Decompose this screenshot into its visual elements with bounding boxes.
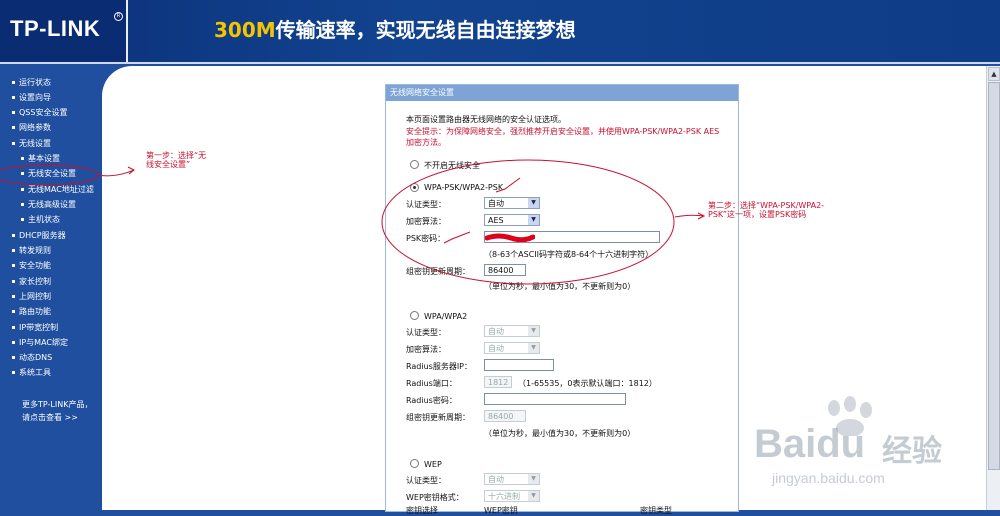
step1-annotation: 第一步：选择“无 线安全设置” [146,151,206,169]
arrow-step1 [97,169,135,177]
step2-annotation: 第二步：选择“WPA-PSK/WPA2- PSK”这一项，设置PSK密码 [708,201,824,219]
arrow-head-step1-icon [127,166,135,175]
watermark-brand: Baidu [754,422,865,467]
step2-line1: 第二步：选择“WPA-PSK/WPA2- [708,201,825,210]
checkmark-password-icon [443,231,471,244]
arrow-step2 [674,214,705,218]
watermark-url: jingyan.baidu.com [772,470,885,486]
watermark-suffix: 经验 [882,435,942,468]
checkmark-psk-icon [495,177,521,193]
watermark-brand-du: du [816,422,866,466]
highlight-ellipse-psk [381,159,675,285]
step1-line1: 第一步：选择“无 [146,151,207,160]
highlight-ellipse-sidebar [0,164,99,186]
step2-line2: PSK”这一项，设置PSK密码 [708,210,807,219]
step1-line2: 线安全设置” [146,160,191,169]
baidu-watermark: Baidu 经验 jingyan.baidu.com [754,396,984,506]
watermark-brand-bai: Bai [754,422,817,466]
